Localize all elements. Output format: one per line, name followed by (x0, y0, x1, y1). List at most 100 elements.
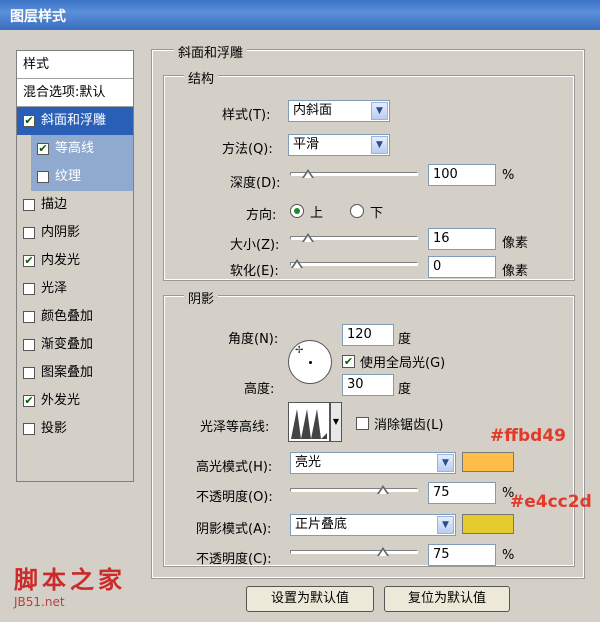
highlight-opacity-thumb[interactable] (376, 485, 389, 495)
size-label: 大小(Z): (230, 238, 280, 253)
chevron-down-icon[interactable]: ▼ (371, 102, 388, 120)
satin-checkbox[interactable] (23, 283, 35, 295)
drop-shadow-checkbox[interactable] (23, 423, 35, 435)
styles-header[interactable]: 样式 (17, 51, 133, 79)
sidebar-item-label: 投影 (41, 421, 68, 436)
sidebar-item-label: 光泽 (41, 281, 68, 296)
sidebar-item-drop-shadow[interactable]: 投影 (17, 415, 133, 443)
technique-select-value: 平滑 (293, 137, 320, 152)
sidebar-item-label: 斜面和浮雕 (41, 113, 107, 128)
angle-input[interactable]: 120 (342, 324, 394, 346)
depth-slider-thumb[interactable] (302, 169, 315, 179)
altitude-input[interactable]: 30 (342, 374, 394, 396)
structure-title: 结构 (184, 68, 219, 87)
shadow-mode-select[interactable]: 正片叠底 ▼ (290, 514, 456, 536)
sidebar-item-inner-shadow[interactable]: 内阴影 (17, 219, 133, 247)
style-select[interactable]: 内斜面 ▼ (288, 100, 390, 122)
bevel-checkbox[interactable]: ✔ (23, 115, 35, 127)
chevron-down-icon[interactable]: ▼ (437, 454, 454, 472)
contour-curve-icon (291, 409, 327, 439)
size-input[interactable]: 16 (428, 228, 496, 250)
gloss-contour-label: 光泽等高线: (200, 420, 270, 435)
altitude-unit: 度 (398, 382, 412, 397)
stroke-checkbox[interactable] (23, 199, 35, 211)
sidebar-item-label: 图案叠加 (41, 365, 94, 380)
highlight-hex-annotation: #ffbd49 (490, 426, 567, 446)
soften-slider-thumb[interactable] (291, 259, 303, 269)
style-label: 样式(T): (222, 108, 271, 123)
highlight-mode-value: 亮光 (295, 455, 322, 470)
highlight-mode-label: 高光模式(H): (196, 460, 273, 475)
highlight-opacity-slider[interactable] (290, 485, 418, 495)
direction-up-radio[interactable] (290, 204, 304, 218)
sidebar-item-outer-glow[interactable]: ✔ 外发光 (17, 387, 133, 415)
angle-unit: 度 (398, 332, 412, 347)
sidebar-item-contour[interactable]: ✔ 等高线 (31, 135, 133, 163)
sidebar-item-inner-glow[interactable]: ✔ 内发光 (17, 247, 133, 275)
highlight-mode-select[interactable]: 亮光 ▼ (290, 452, 456, 474)
sidebar-item-satin[interactable]: 光泽 (17, 275, 133, 303)
technique-select[interactable]: 平滑 ▼ (288, 134, 390, 156)
soften-input[interactable]: 0 (428, 256, 496, 278)
sidebar-item-stroke[interactable]: 描边 (17, 191, 133, 219)
soften-slider[interactable] (290, 259, 418, 269)
sidebar-item-pattern-overlay[interactable]: 图案叠加 (17, 359, 133, 387)
direction-down-radio[interactable] (350, 204, 364, 218)
highlight-opacity-label: 不透明度(O): (196, 490, 273, 505)
shadow-opacity-unit: % (502, 548, 515, 563)
size-slider[interactable] (290, 233, 418, 243)
crosshair-icon: ✢ (295, 345, 304, 356)
contour-checkbox[interactable]: ✔ (37, 143, 49, 155)
highlight-color-swatch[interactable] (462, 452, 514, 472)
antialias-checkbox[interactable] (356, 417, 369, 430)
bevel-section-title: 斜面和浮雕 (174, 42, 248, 61)
angle-label: 角度(N): (228, 332, 279, 347)
contour-dropdown-arrow[interactable]: ▼ (330, 402, 342, 442)
shadow-mode-label: 阴影模式(A): (196, 522, 272, 537)
shadow-opacity-label: 不透明度(C): (196, 552, 272, 567)
global-light-label: 使用全局光(G) (360, 356, 446, 371)
angle-dial[interactable]: ✢ (288, 340, 332, 384)
style-select-value: 内斜面 (293, 103, 333, 118)
sidebar-item-gradient-overlay[interactable]: 渐变叠加 (17, 331, 133, 359)
gloss-contour-preview[interactable] (288, 402, 330, 442)
chevron-down-icon[interactable]: ▼ (371, 136, 388, 154)
sidebar-item-bevel[interactable]: ✔ 斜面和浮雕 (17, 107, 133, 135)
shadow-opacity-input[interactable]: 75 (428, 544, 496, 566)
reset-default-button[interactable]: 复位为默认值 (384, 586, 510, 612)
pattern-overlay-checkbox[interactable] (23, 367, 35, 379)
make-default-button[interactable]: 设置为默认值 (246, 586, 374, 612)
chevron-down-icon[interactable]: ▼ (437, 516, 454, 534)
depth-input[interactable]: 100 (428, 164, 496, 186)
gradient-overlay-checkbox[interactable] (23, 339, 35, 351)
blend-options-item[interactable]: 混合选项:默认 (17, 79, 133, 107)
styles-list: 样式 混合选项:默认 ✔ 斜面和浮雕 ✔ 等高线 纹理 描边 内阴影 ✔ 内发光… (16, 50, 134, 482)
shadow-hex-annotation: #e4cc2d (510, 492, 592, 512)
texture-checkbox[interactable] (37, 171, 49, 183)
direction-down-label: 下 (370, 206, 384, 221)
inner-shadow-checkbox[interactable] (23, 227, 35, 239)
shadow-opacity-slider[interactable] (290, 547, 418, 557)
inner-glow-checkbox[interactable]: ✔ (23, 255, 35, 267)
depth-label: 深度(D): (230, 176, 281, 191)
highlight-opacity-input[interactable]: 75 (428, 482, 496, 504)
shadow-opacity-thumb[interactable] (376, 547, 389, 557)
depth-slider[interactable] (290, 169, 418, 179)
shading-title: 阴影 (184, 288, 219, 307)
sidebar-item-label: 内阴影 (41, 225, 81, 240)
sidebar-item-color-overlay[interactable]: 颜色叠加 (17, 303, 133, 331)
sidebar-item-label: 等高线 (55, 141, 95, 156)
size-unit: 像素 (502, 236, 529, 251)
depth-unit: % (502, 168, 515, 183)
color-overlay-checkbox[interactable] (23, 311, 35, 323)
sidebar-item-label: 颜色叠加 (41, 309, 94, 324)
shadow-color-swatch[interactable] (462, 514, 514, 534)
sidebar-item-texture[interactable]: 纹理 (31, 163, 133, 191)
shadow-mode-value: 正片叠底 (295, 517, 348, 532)
global-light-checkbox[interactable]: ✔ (342, 355, 355, 368)
direction-label: 方向: (246, 208, 277, 223)
sidebar-item-label: 纹理 (55, 169, 82, 184)
altitude-label: 高度: (244, 382, 275, 397)
size-slider-thumb[interactable] (302, 233, 315, 243)
outer-glow-checkbox[interactable]: ✔ (23, 395, 35, 407)
